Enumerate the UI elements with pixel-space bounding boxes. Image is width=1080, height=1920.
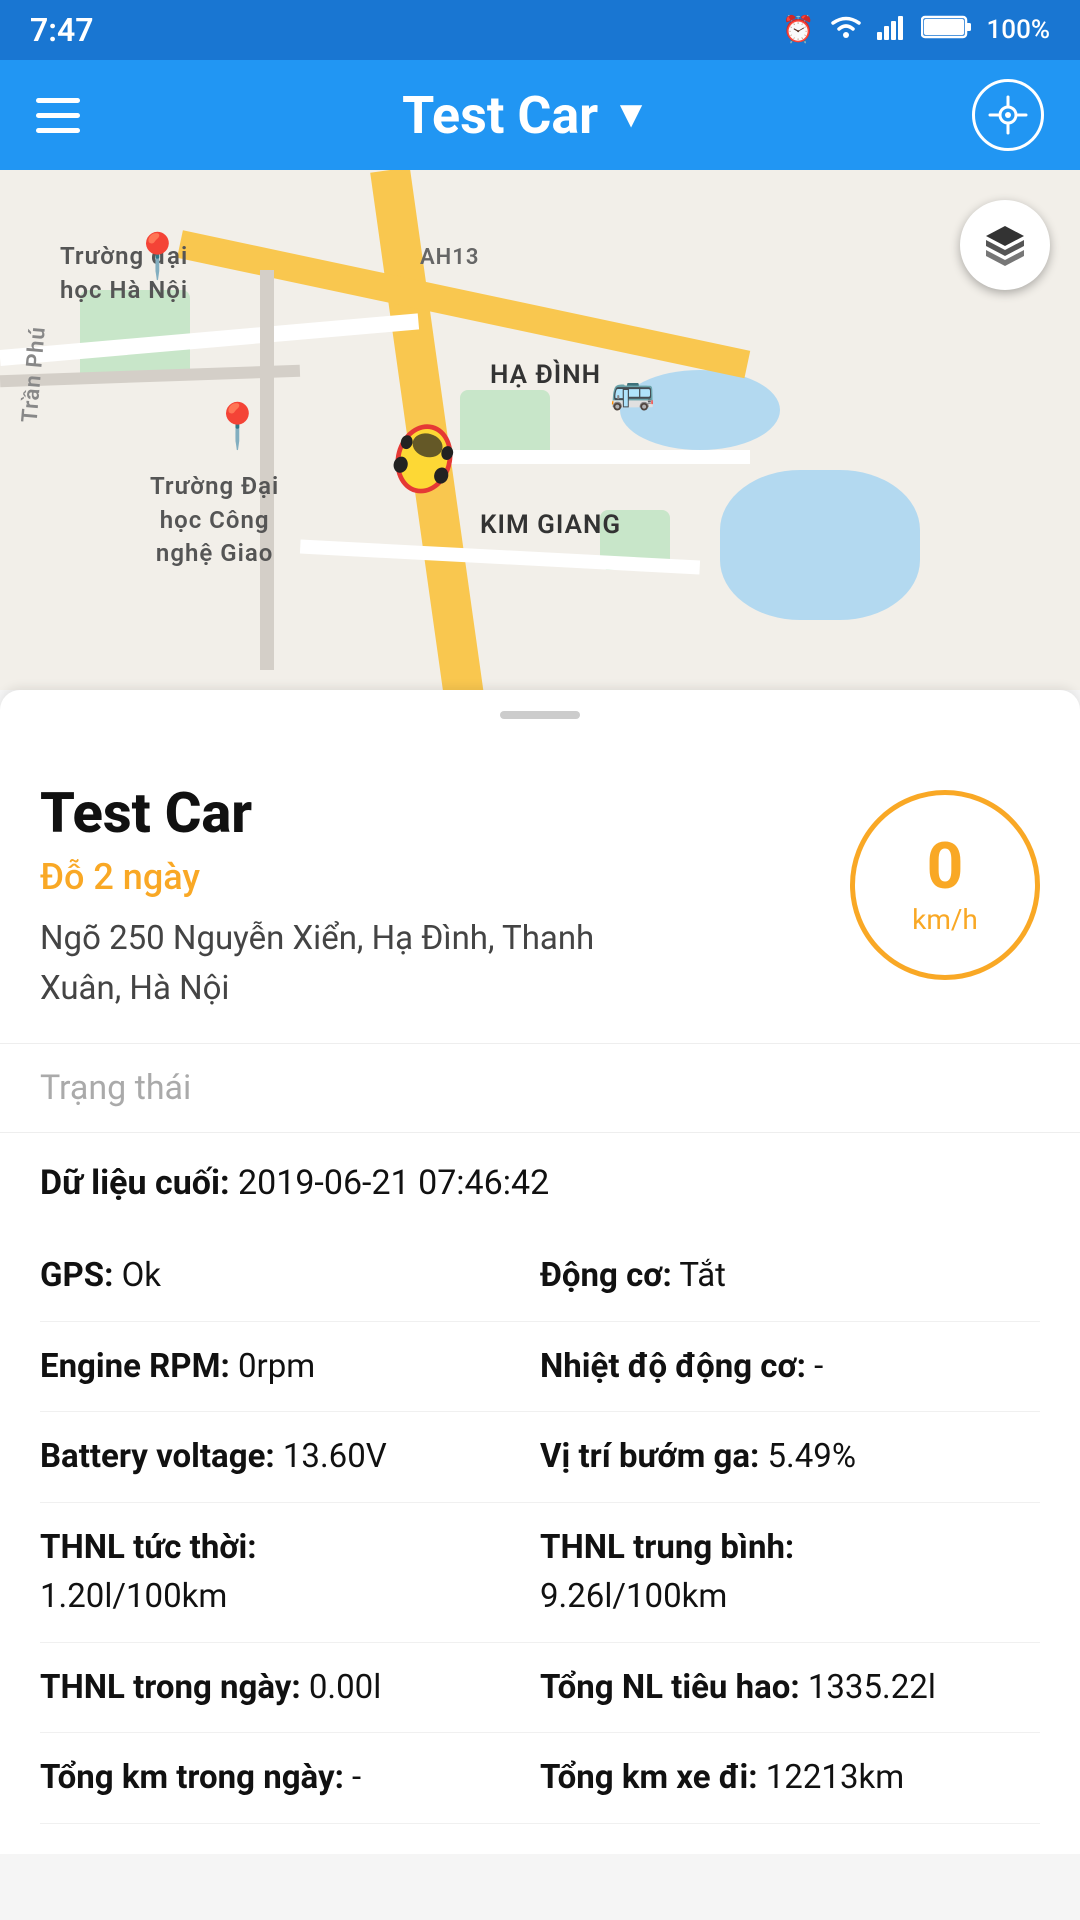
data-cell-thnl-ngay: THNL trong ngày: 0.00l <box>40 1643 540 1734</box>
map-background: HẠ ĐÌNH KIM GIANG AH13 Trần Phú Trường Đ… <box>0 170 1080 690</box>
last-data-value: 2019-06-21 07:46:42 <box>238 1163 549 1203</box>
map-water-2 <box>720 470 920 620</box>
speed-value: 0 <box>927 835 964 899</box>
data-cell-gps: GPS: Ok <box>40 1231 540 1322</box>
menu-button[interactable] <box>36 98 80 133</box>
data-grid: GPS: Ok Động cơ: Tắt Engine RPM: 0rpm Nh… <box>40 1231 1040 1824</box>
last-data-row: Dữ liệu cuối: 2019-06-21 07:46:42 <box>40 1163 1040 1203</box>
vehicle-status: Đỗ 2 ngày <box>40 856 850 898</box>
vehicle-name: Test Car <box>40 780 850 846</box>
data-cell-tong-nl: Tổng NL tiêu hao: 1335.22l <box>540 1643 1040 1734</box>
last-data-label: Dữ liệu cuối: 2019-06-21 07:46:42 <box>40 1163 549 1203</box>
speed-circle: 0 km/h <box>850 790 1040 980</box>
location-button[interactable] <box>972 79 1044 151</box>
vehicle-info-section: Test Car Đỗ 2 ngày Ngõ 250 Nguyễn Xiển, … <box>0 740 1080 1044</box>
battery-percentage: 100% <box>987 15 1050 45</box>
car-marker <box>380 402 471 507</box>
status-bar: 7:47 ⏰ <box>0 0 1080 60</box>
map-pin-1: 📍 <box>130 230 185 282</box>
vehicle-address: Ngõ 250 Nguyễn Xiển, Hạ Đình, Thanh Xuân… <box>40 914 600 1013</box>
map-pin-bus: 🚌 <box>610 370 655 412</box>
nav-bar: Test Car ▼ <box>0 60 1080 170</box>
map-pin-2: 📍 <box>210 400 265 452</box>
status-label: Trạng thái <box>40 1068 191 1108</box>
map-label-ha-dinh: HẠ ĐÌNH <box>490 360 601 390</box>
battery-icon <box>921 14 973 47</box>
status-time: 7:47 <box>30 11 94 49</box>
status-label-section: Trạng thái <box>0 1044 1080 1133</box>
nav-vehicle-title: Test Car <box>402 85 598 146</box>
wifi-icon <box>829 13 863 48</box>
data-cell-km-ngay: Tổng km trong ngày: - <box>40 1733 540 1824</box>
bottom-panel: Test Car Đỗ 2 ngày Ngõ 250 Nguyễn Xiển, … <box>0 740 1080 1854</box>
map-area[interactable]: HẠ ĐÌNH KIM GIANG AH13 Trần Phú Trường Đ… <box>0 170 1080 690</box>
data-cell-thnl-tuc-thoi: THNL tức thời:1.20l/100km <box>40 1503 540 1643</box>
signal-icon <box>877 14 907 47</box>
dropdown-icon: ▼ <box>612 93 650 137</box>
data-cell-dong-co: Động cơ: Tắt <box>540 1231 1040 1322</box>
status-icons: ⏰ 100% <box>782 13 1050 48</box>
last-data-label-bold: Dữ liệu cuối: <box>40 1163 230 1203</box>
alarm-icon: ⏰ <box>782 15 814 45</box>
map-label-tran-phu: Trần Phú <box>18 325 51 423</box>
speed-unit: km/h <box>912 903 978 936</box>
data-cell-rpm: Engine RPM: 0rpm <box>40 1322 540 1413</box>
road-tran-phu <box>0 313 419 366</box>
drag-handle-area[interactable] <box>0 690 1080 740</box>
vehicle-info-left: Test Car Đỗ 2 ngày Ngõ 250 Nguyễn Xiển, … <box>40 780 850 1013</box>
map-label-truong: Trường Đạihọc Côngnghệ Giao <box>150 470 279 571</box>
map-label-ah13: AH13 <box>420 245 479 270</box>
data-cell-nhiet-do: Nhiệt độ động cơ: - <box>540 1322 1040 1413</box>
nav-title-area[interactable]: Test Car ▼ <box>402 85 650 146</box>
layer-button[interactable] <box>960 200 1050 290</box>
data-cell-battery: Battery voltage: 13.60V <box>40 1412 540 1503</box>
map-label-kim-giang: KIM GIANG <box>480 510 621 540</box>
data-cell-buom-ga: Vị trí bướm ga: 5.49% <box>540 1412 1040 1503</box>
drag-handle <box>500 711 580 719</box>
data-section: Dữ liệu cuối: 2019-06-21 07:46:42 GPS: O… <box>0 1133 1080 1854</box>
data-cell-thnl-trung-binh: THNL trung bình:9.26l/100km <box>540 1503 1040 1643</box>
data-cell-tong-km: Tổng km xe đi: 12213km <box>540 1733 1040 1824</box>
